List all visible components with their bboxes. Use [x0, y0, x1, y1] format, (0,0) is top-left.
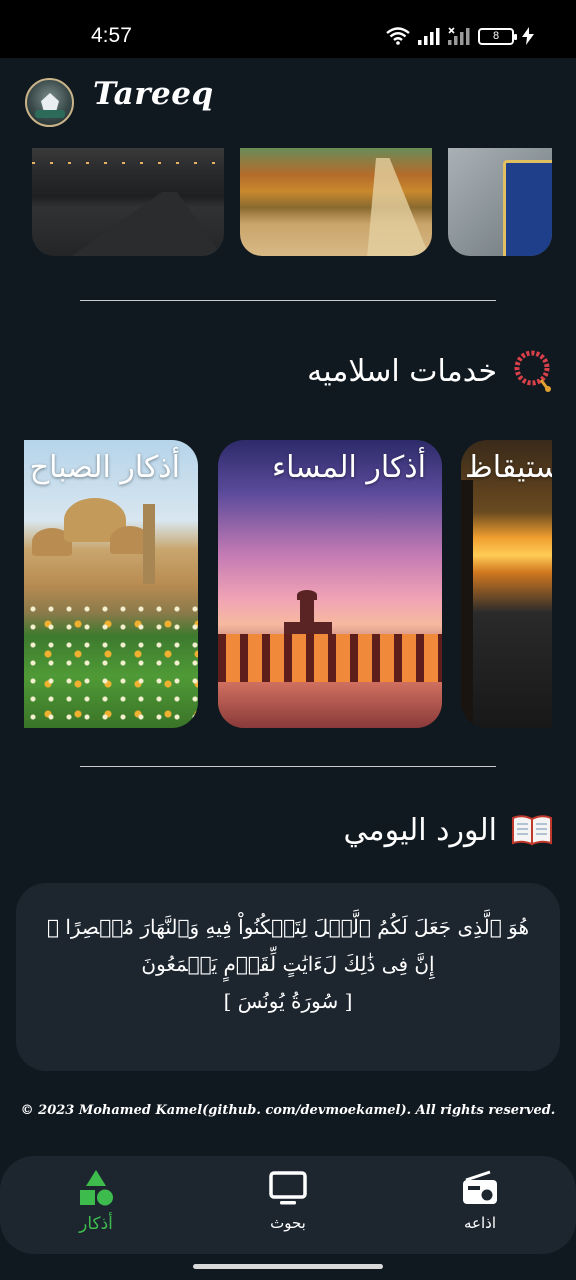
daily-wird-title-label: الورد اليومي: [343, 812, 497, 848]
signal-no-service-icon: [448, 27, 470, 45]
open-book-icon: [512, 815, 552, 846]
mosque-minaret: [143, 504, 155, 584]
radio-icon: [463, 1170, 497, 1204]
divider: [80, 766, 496, 767]
nav-label: أذكار: [79, 1214, 113, 1234]
carousel-image-prayer-rug[interactable]: [448, 148, 552, 256]
mosque-arcade: [218, 634, 442, 682]
service-card-label: أذكار المساء: [272, 450, 426, 485]
nav-item-research[interactable]: بحوث: [228, 1168, 348, 1248]
nav-label: اذاعه: [463, 1214, 496, 1232]
daily-wird-section-title: الورد اليومي: [344, 812, 553, 848]
carousel-image-road[interactable]: [32, 148, 224, 256]
app-screen: Tareeq خدمات اسلاميه أذكار الصباح أذكار …: [0, 58, 576, 1280]
daily-wird-card: هُوَ ٱلَّذِى جَعَلَ لَكُمُ ٱلَّيۡلَ لِتَ…: [16, 883, 560, 1071]
services-section-title: خدمات اسلاميه: [307, 350, 553, 392]
copyright-text: © 2023 Mohamed Kamel(github. com/devmoek…: [20, 1103, 556, 1118]
wifi-icon: [386, 27, 410, 45]
service-card-label: ستيقاظ: [465, 450, 552, 485]
verse-reference: [ سُورَةُ يُونُسَ ]: [223, 989, 353, 1013]
divider: [80, 300, 496, 301]
services-carousel[interactable]: أذكار الصباح أذكار المساء ستيقاظ: [0, 440, 576, 728]
app-header: Tareeq: [0, 58, 576, 148]
service-card-label: أذكار الصباح: [29, 450, 180, 485]
app-title: Tareeq: [93, 76, 214, 112]
shapes-icon: [80, 1170, 113, 1206]
battery-level: 8: [492, 30, 500, 42]
verse-text: هُوَ ٱلَّذِى جَعَلَ لَكُمُ ٱلَّيۡلَ لِتَ…: [46, 915, 530, 976]
window-frame: [461, 480, 473, 728]
courtyard-floor: [218, 682, 442, 728]
daily-wird-text: هُوَ ٱلَّذِى جَعَلَ لَكُمُ ٱلَّيۡلَ لِتَ…: [38, 909, 538, 1020]
services-title-label: خدمات اسلاميه: [307, 353, 497, 389]
nav-item-radio[interactable]: اذاعه: [420, 1168, 540, 1248]
flower-field: [24, 600, 198, 728]
signal-icon: [418, 28, 440, 45]
monitor-icon: [269, 1171, 307, 1205]
battery-icon: 8: [478, 27, 517, 45]
service-card-morning-azkar[interactable]: أذكار الصباح: [24, 440, 198, 728]
top-image-carousel[interactable]: [0, 148, 576, 258]
bottom-navigation: أذكار بحوث اذاعه: [0, 1156, 576, 1254]
status-bar: 4:57 8: [0, 0, 576, 58]
service-card-wakeup-azkar[interactable]: ستيقاظ: [461, 440, 552, 728]
home-indicator[interactable]: [193, 1264, 383, 1269]
app-logo[interactable]: [25, 78, 74, 127]
prayer-beads-icon: [514, 350, 551, 392]
charging-bolt-icon: [522, 27, 534, 45]
carousel-image-field[interactable]: [240, 148, 432, 256]
status-icons: 8: [386, 24, 534, 48]
nav-label: بحوث: [270, 1214, 306, 1232]
status-time: 4:57: [91, 24, 132, 47]
service-card-evening-azkar[interactable]: أذكار المساء: [218, 440, 442, 728]
nav-item-azkar[interactable]: أذكار: [36, 1168, 156, 1248]
